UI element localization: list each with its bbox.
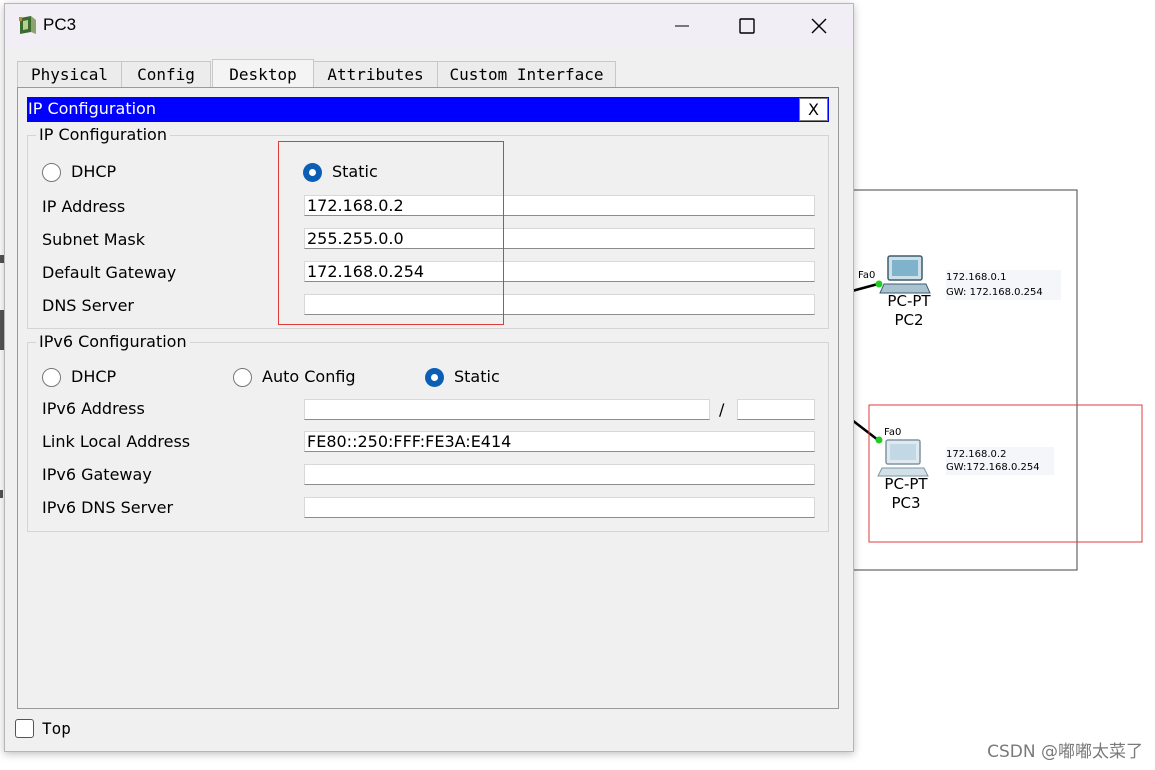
minimize-icon <box>675 25 689 27</box>
top-checkbox[interactable] <box>15 719 34 738</box>
ipv4-highlight-box <box>278 141 504 325</box>
ipv4-dhcp-label: DHCP <box>71 162 117 181</box>
ipv6-gateway-field[interactable] <box>304 464 815 485</box>
ipv6-static-label: Static <box>454 367 500 386</box>
pc3-type-label: PC-PT <box>884 475 928 493</box>
ipv6-gateway-label: IPv6 Gateway <box>42 465 152 484</box>
ipv6-auto-config-radio[interactable] <box>233 368 252 387</box>
close-icon <box>811 18 827 34</box>
ip-address-label: IP Address <box>42 197 126 216</box>
subnet-mask-label: Subnet Mask <box>42 230 146 249</box>
tab-desktop[interactable]: Desktop <box>212 59 314 89</box>
ipv6-group-title: IPv6 Configuration <box>36 333 190 351</box>
ipv4-group-title: IP Configuration <box>36 126 170 144</box>
tab-physical[interactable]: Physical <box>17 61 122 88</box>
ip-config-title: IP Configuration <box>28 99 156 118</box>
ipv6-dhcp-label: DHCP <box>71 367 117 386</box>
pc2-port-label: Fa0 <box>858 270 876 281</box>
csdn-watermark: CSDN @嘟嘟太菜了 <box>987 742 1143 762</box>
ipv6-dns-server-label: IPv6 DNS Server <box>42 498 174 517</box>
ipv6-address-field[interactable] <box>304 399 710 420</box>
dns-server-label: DNS Server <box>42 296 134 315</box>
ipv6-address-label: IPv6 Address <box>42 399 145 418</box>
ipv6-static-radio[interactable] <box>425 368 444 387</box>
ipv6-dhcp-radio[interactable] <box>42 368 61 387</box>
close-button[interactable] <box>787 4 851 48</box>
tab-custom-interface[interactable]: Custom Interface <box>437 61 616 88</box>
maximize-button[interactable] <box>715 4 779 48</box>
default-gateway-label: Default Gateway <box>42 263 177 282</box>
pc2-type-label: PC-PT <box>887 292 931 310</box>
pc3-window: PC3 Physical Config Desktop Attributes C… <box>4 3 854 752</box>
pc2-name-label: PC2 <box>894 311 924 329</box>
packet-tracer-app-icon <box>19 16 36 34</box>
link-local-address-label: Link Local Address <box>42 432 191 451</box>
ipv6-config-group: IPv6 Configuration DHCP Auto Config Stat… <box>27 333 829 532</box>
pc2-gw-note: GW: 172.168.0.254 <box>946 285 1061 300</box>
top-checkbox-label: Top <box>42 719 71 738</box>
ipv6-dns-server-field[interactable] <box>304 497 815 518</box>
window-titlebar[interactable]: PC3 <box>5 4 853 48</box>
ip-config-header: IP Configuration X <box>27 97 829 122</box>
ipv4-dhcp-radio[interactable] <box>42 163 61 182</box>
pc3-name-label: PC3 <box>891 494 921 512</box>
minimize-button[interactable] <box>650 4 714 48</box>
ipv6-prefix-separator: / <box>719 400 725 419</box>
tab-config[interactable]: Config <box>121 61 211 88</box>
tab-attributes[interactable]: Attributes <box>313 61 438 88</box>
pc3-gw-note: GW:172.168.0.254 <box>946 460 1054 475</box>
pc3-port-label: Fa0 <box>884 427 902 438</box>
ip-config-close-button[interactable]: X <box>799 98 828 121</box>
pc2-computer-icon[interactable] <box>879 255 931 294</box>
link-local-address-field[interactable]: FE80::250:FFF:FE3A:E414 <box>304 431 815 452</box>
ipv6-auto-config-label: Auto Config <box>262 367 356 386</box>
window-title: PC3 <box>43 15 77 34</box>
desktop-tab-content: IP Configuration X IP Configuration DHCP… <box>17 87 839 709</box>
ipv6-prefix-field[interactable] <box>737 399 815 420</box>
pc3-computer-icon[interactable] <box>877 439 929 477</box>
maximize-icon <box>739 18 755 34</box>
pc2-ip-note: 172.168.0.1 <box>946 270 1061 285</box>
